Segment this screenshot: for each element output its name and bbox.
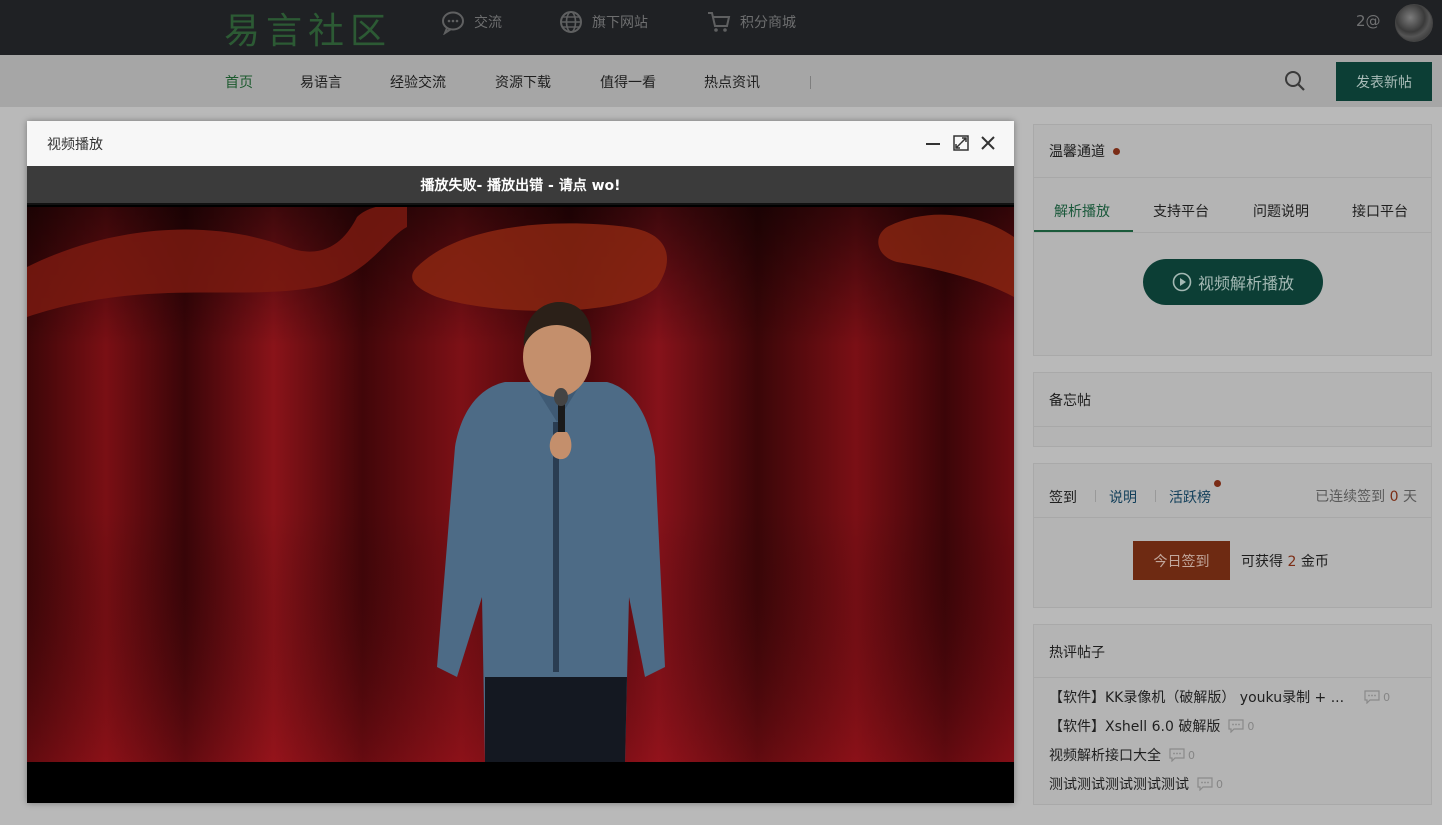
comment-count-value: 0 bbox=[1247, 719, 1255, 733]
new-post-button[interactable]: 发表新帖 bbox=[1336, 62, 1432, 101]
topbar-link-shop[interactable]: 积分商城 bbox=[706, 10, 796, 34]
nav-item-downloads[interactable]: 资源下载 bbox=[495, 72, 551, 92]
topbar-link-chat[interactable]: 交流 bbox=[440, 10, 502, 35]
nav-item-worth-seeing[interactable]: 值得一看 bbox=[600, 72, 656, 92]
signin-card: 签到 说明 活跃榜 已连续签到 0 天 今日签到 可获得 2 金币 bbox=[1033, 463, 1432, 608]
nav-item-home[interactable]: 首页 bbox=[225, 72, 253, 92]
tab-api[interactable]: 接口平台 bbox=[1352, 201, 1408, 221]
comment-icon bbox=[1364, 690, 1380, 704]
play-error-text[interactable]: 播放失败- 播放出错 - 请点 wo! bbox=[420, 175, 620, 195]
comment-count-value: 0 bbox=[1216, 777, 1223, 791]
hot-posts-title: 热评帖子 bbox=[1049, 645, 1105, 661]
comment-count: 0 bbox=[1197, 777, 1223, 791]
tab-platforms[interactable]: 支持平台 bbox=[1153, 201, 1209, 221]
comment-count: 0 bbox=[1364, 690, 1390, 704]
maximize-icon[interactable] bbox=[952, 134, 970, 152]
cart-icon bbox=[708, 12, 731, 32]
video-player[interactable] bbox=[27, 207, 1014, 762]
card-divider bbox=[1034, 232, 1431, 233]
modal-header[interactable]: 视频播放 bbox=[27, 121, 1014, 166]
video-parse-label: 视频解析播放 bbox=[1197, 274, 1294, 293]
avatar[interactable] bbox=[1395, 4, 1433, 42]
search-icon[interactable] bbox=[1283, 69, 1307, 93]
comment-count-value: 0 bbox=[1383, 690, 1391, 704]
hot-post-title[interactable]: 【软件】Xshell 6.0 破解版 bbox=[1049, 716, 1220, 736]
card-divider bbox=[1034, 177, 1431, 178]
card-divider bbox=[1034, 677, 1431, 678]
video-controls-bar[interactable] bbox=[27, 762, 1014, 803]
tab-separator bbox=[1155, 490, 1156, 502]
tab-signin[interactable]: 签到 bbox=[1049, 487, 1077, 507]
topbar-link-label: 旗下网站 bbox=[592, 15, 648, 31]
site-logo[interactable]: 易言社区 bbox=[224, 2, 392, 54]
nav-divider bbox=[810, 76, 811, 89]
signin-streak: 已连续签到 0 天 bbox=[1315, 486, 1417, 506]
hot-post-title[interactable]: 测试测试测试测试测试 bbox=[1049, 774, 1189, 794]
streak-prefix: 已连续签到 bbox=[1315, 489, 1386, 505]
reward-amount: 2 bbox=[1287, 554, 1297, 570]
user-name[interactable]: 2@ bbox=[1356, 12, 1381, 30]
nav-item-eyuyan[interactable]: 易语言 bbox=[300, 72, 342, 92]
tab-signin-help[interactable]: 说明 bbox=[1109, 487, 1137, 507]
hot-post-title[interactable]: 【软件】KK录像机（破解版） youku录制 + ... bbox=[1049, 687, 1344, 707]
notice-card-title: 温馨通道 bbox=[1049, 144, 1105, 160]
video-frame bbox=[27, 207, 1014, 762]
tab-parse-play[interactable]: 解析播放 bbox=[1054, 201, 1110, 221]
activity-dot bbox=[1214, 480, 1221, 487]
hot-post-title[interactable]: 视频解析接口大全 bbox=[1049, 745, 1161, 765]
globe-icon bbox=[560, 11, 582, 33]
streak-suffix: 天 bbox=[1403, 489, 1417, 505]
reward-prefix: 可获得 bbox=[1241, 554, 1283, 570]
list-item[interactable]: 【软件】KK录像机（破解版） youku录制 + ... 0 bbox=[1049, 687, 1390, 707]
reward-suffix: 金币 bbox=[1300, 554, 1329, 570]
signin-reward: 可获得 2 金币 bbox=[1241, 551, 1329, 571]
main-nav: 首页 易语言 经验交流 资源下载 值得一看 热点资讯 发表新帖 bbox=[0, 55, 1442, 107]
comment-count-value: 0 bbox=[1188, 748, 1195, 762]
daily-signin-button[interactable]: 今日签到 bbox=[1133, 541, 1230, 580]
memo-card: 备忘帖 bbox=[1033, 372, 1432, 447]
card-divider bbox=[1034, 517, 1431, 518]
notice-card: 温馨通道 解析播放 支持平台 问题说明 接口平台 视频解析播放 bbox=[1033, 124, 1432, 356]
tab-separator bbox=[1095, 490, 1096, 502]
minimize-icon[interactable] bbox=[924, 134, 942, 152]
modal-title: 视频播放 bbox=[47, 137, 103, 153]
nav-item-experience[interactable]: 经验交流 bbox=[390, 72, 446, 92]
play-error-bar[interactable]: 播放失败- 播放出错 - 请点 wo! bbox=[27, 166, 1014, 205]
nav-item-hot-news[interactable]: 热点资讯 bbox=[704, 72, 760, 92]
topbar-link-label: 交流 bbox=[474, 15, 502, 31]
topbar-link-sites[interactable]: 旗下网站 bbox=[558, 10, 648, 34]
comment-count: 0 bbox=[1228, 719, 1254, 733]
play-circle-icon bbox=[1172, 272, 1192, 292]
close-icon[interactable] bbox=[979, 134, 997, 152]
topbar-link-label: 积分商城 bbox=[740, 15, 796, 31]
comment-icon bbox=[1228, 719, 1244, 733]
list-item[interactable]: 【软件】Xshell 6.0 破解版 0 bbox=[1049, 716, 1254, 736]
comment-icon bbox=[1197, 777, 1213, 791]
comment-icon bbox=[1169, 748, 1185, 762]
tab-faq[interactable]: 问题说明 bbox=[1253, 201, 1309, 221]
video-parse-button[interactable]: 视频解析播放 bbox=[1143, 259, 1323, 305]
notice-dot bbox=[1113, 148, 1120, 155]
hot-posts-card: 热评帖子 【软件】KK录像机（破解版） youku录制 + ... 0 【软件】… bbox=[1033, 624, 1432, 805]
streak-days: 0 bbox=[1389, 489, 1399, 505]
memo-card-title: 备忘帖 bbox=[1049, 393, 1091, 409]
list-item[interactable]: 测试测试测试测试测试 0 bbox=[1049, 774, 1223, 794]
tab-activity-rank[interactable]: 活跃榜 bbox=[1169, 487, 1211, 507]
top-bar: 易言社区 交流 旗下网站 积分商城 2@ bbox=[0, 0, 1442, 55]
card-divider bbox=[1034, 426, 1431, 427]
list-item[interactable]: 视频解析接口大全 0 bbox=[1049, 745, 1195, 765]
comment-count: 0 bbox=[1169, 748, 1195, 762]
video-modal: 视频播放 播放失败- 播放出错 - 请点 wo! bbox=[27, 121, 1014, 803]
chat-bubble-icon bbox=[442, 11, 464, 35]
